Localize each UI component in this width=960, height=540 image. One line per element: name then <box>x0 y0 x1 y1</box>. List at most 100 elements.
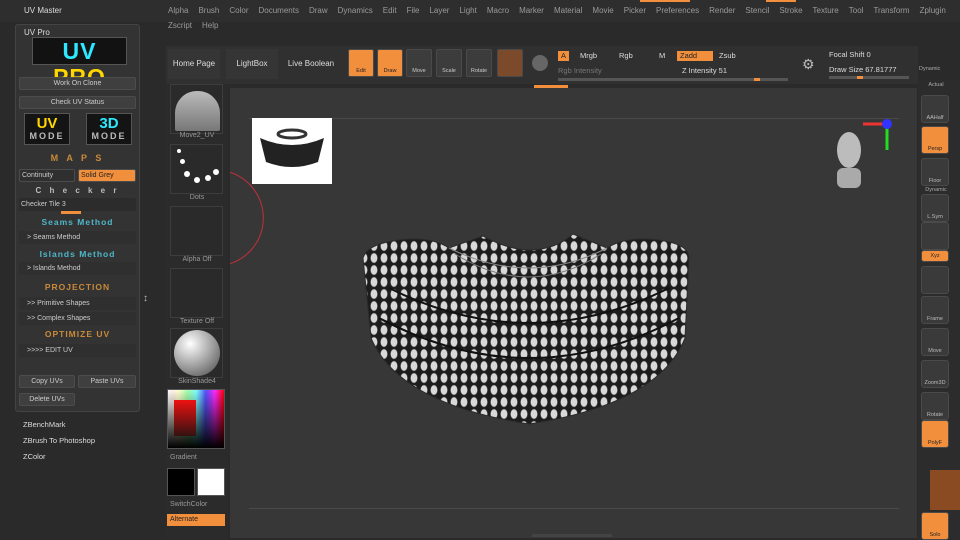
secondary-color-swatch[interactable] <box>197 468 225 496</box>
draw-size-track[interactable] <box>829 76 909 79</box>
solid-grey-button[interactable]: Solid Grey <box>78 169 136 182</box>
menu-tool[interactable]: Tool <box>849 6 864 15</box>
uv-mode-button[interactable]: UV MODE <box>24 113 70 145</box>
primary-color-swatch[interactable] <box>167 468 195 496</box>
menu-render[interactable]: Render <box>709 6 735 15</box>
draw-button[interactable]: Draw <box>377 49 403 77</box>
dynamic-toggle[interactable]: Dynamic <box>919 64 940 74</box>
rotate-button[interactable]: Rotate <box>466 49 492 77</box>
menu-stroke[interactable]: Stroke <box>779 6 802 15</box>
lsym-button[interactable]: L.Sym <box>921 194 949 222</box>
menu-macro[interactable]: Macro <box>487 6 509 15</box>
work-on-clone-button[interactable]: Work On Clone <box>19 77 136 90</box>
plugin-zbenchmark[interactable]: ZBenchMark <box>23 420 66 429</box>
draw-size-slider[interactable]: Draw Size 67.81777 <box>829 65 897 75</box>
menu-brush[interactable]: Brush <box>198 6 219 15</box>
gradient-label[interactable]: Gradient <box>166 454 228 461</box>
menu-preferences[interactable]: Preferences <box>656 6 699 15</box>
checker-heading: C h e c k e r <box>35 186 120 195</box>
3d-mode-button[interactable]: 3D MODE <box>86 113 132 145</box>
continuity-button[interactable]: Continuity <box>19 169 75 182</box>
xyz-toggle[interactable]: Xyz <box>921 250 949 262</box>
uv-pro-logo: UV PRO <box>32 37 127 90</box>
live-boolean-button[interactable]: Live Boolean <box>284 49 338 79</box>
menu-draw[interactable]: Draw <box>309 6 328 15</box>
menu-light[interactable]: Light <box>459 6 476 15</box>
plugin-zcolor[interactable]: ZColor <box>23 452 46 461</box>
primitive-shapes-item[interactable]: >> Primitive Shapes <box>19 297 136 310</box>
check-uv-status-button[interactable]: Check UV Status <box>19 96 136 109</box>
frame-button[interactable]: Frame <box>921 296 949 324</box>
material-icon[interactable] <box>532 55 548 71</box>
menu-zplugin[interactable]: Zplugin <box>920 6 946 15</box>
z-intensity-track[interactable] <box>558 78 788 81</box>
menu-texture[interactable]: Texture <box>813 6 839 15</box>
floor-button[interactable]: Floor <box>921 158 949 186</box>
texture-label: Texture Off <box>179 318 215 325</box>
brush-tile[interactable] <box>170 84 223 134</box>
complex-shapes-item[interactable]: >> Complex Shapes <box>19 312 136 325</box>
copy-uvs-button[interactable]: Copy UVs <box>19 375 75 388</box>
rotate-view-button[interactable]: Rotate <box>921 392 949 420</box>
edit-uv-item[interactable]: >>>> EDIT UV <box>19 344 136 357</box>
menu-picker[interactable]: Picker <box>624 6 646 15</box>
axis-gizmo-icon[interactable] <box>857 112 897 152</box>
plugin-zbrush-to-photoshop[interactable]: ZBrush To Photoshop <box>23 436 95 445</box>
stroke-tile[interactable] <box>170 144 223 194</box>
alternate-button[interactable]: Alternate <box>167 514 225 526</box>
menu-layer[interactable]: Layer <box>429 6 449 15</box>
menu-transform[interactable]: Transform <box>873 6 909 15</box>
focal-shift-slider[interactable]: Focal Shift 0 <box>829 50 871 60</box>
lightbox-button[interactable]: LightBox <box>226 49 278 79</box>
solo-button[interactable]: Solo <box>921 512 949 540</box>
menu-stencil[interactable]: Stencil <box>745 6 769 15</box>
zoom3d-button[interactable]: Zoom3D <box>921 360 949 388</box>
edit-button[interactable]: Edit <box>348 49 374 77</box>
aahalf-button[interactable]: AAHalf <box>921 95 949 123</box>
menu-edit[interactable]: Edit <box>383 6 397 15</box>
menu-help[interactable]: Help <box>202 21 218 30</box>
delete-uvs-button[interactable]: Delete UVs <box>19 393 75 406</box>
home-page-button[interactable]: Home Page <box>168 49 220 79</box>
checker-tile-track[interactable] <box>61 211 81 214</box>
menu-alpha[interactable]: Alpha <box>168 6 188 15</box>
m-toggle[interactable]: M <box>659 51 665 61</box>
switch-color-button[interactable]: SwitchColor <box>166 501 228 508</box>
viewport-canvas[interactable] <box>229 88 917 538</box>
menu-marker[interactable]: Marker <box>519 6 544 15</box>
xyz-button[interactable] <box>921 222 949 250</box>
menu-documents[interactable]: Documents <box>259 6 299 15</box>
menu-movie[interactable]: Movie <box>592 6 613 15</box>
menu-dynamics[interactable]: Dynamics <box>338 6 373 15</box>
paste-uvs-button[interactable]: Paste UVs <box>78 375 136 388</box>
zadd-toggle[interactable]: Zadd <box>677 51 713 61</box>
menu-color[interactable]: Color <box>229 6 248 15</box>
alpha-tile[interactable] <box>170 206 223 256</box>
menu-zscript[interactable]: Zscript <box>168 21 192 30</box>
rgb-intensity-slider[interactable]: Rgb Intensity <box>558 66 602 76</box>
persp-button[interactable]: Persp <box>921 126 949 154</box>
lightning-icon[interactable]: ⚙ <box>802 56 815 73</box>
panel-header[interactable]: UV Pro <box>24 28 50 37</box>
seams-method-item[interactable]: > Seams Method <box>19 231 136 244</box>
z-intensity-slider[interactable]: Z Intensity 51 <box>682 66 727 76</box>
islands-method-item[interactable]: > Islands Method <box>19 262 136 275</box>
menu-material[interactable]: Material <box>554 6 582 15</box>
checker-tile-slider[interactable]: Checker Tile 3 <box>19 198 136 211</box>
uv-mode-small: MODE <box>29 131 65 141</box>
menu-file[interactable]: File <box>407 6 420 15</box>
mrgb-toggle[interactable]: Mrgb <box>580 51 597 61</box>
move-view-button[interactable]: Move <box>921 328 949 356</box>
scroll-indicator[interactable] <box>532 534 612 537</box>
texture-tile[interactable] <box>170 268 223 318</box>
scale-button[interactable]: Scale <box>436 49 462 77</box>
rotate-axis-button[interactable] <box>921 266 949 294</box>
actual-button[interactable]: Actual <box>920 82 952 88</box>
rgb-toggle[interactable]: Rgb <box>619 51 633 61</box>
move-button[interactable]: Move <box>406 49 432 77</box>
a-toggle[interactable]: A <box>558 51 570 61</box>
polyf-button[interactable]: PolyF <box>921 420 949 448</box>
sphere-brush-icon[interactable] <box>497 49 523 77</box>
material-tile[interactable] <box>170 328 223 378</box>
zsub-toggle[interactable]: Zsub <box>719 51 736 61</box>
